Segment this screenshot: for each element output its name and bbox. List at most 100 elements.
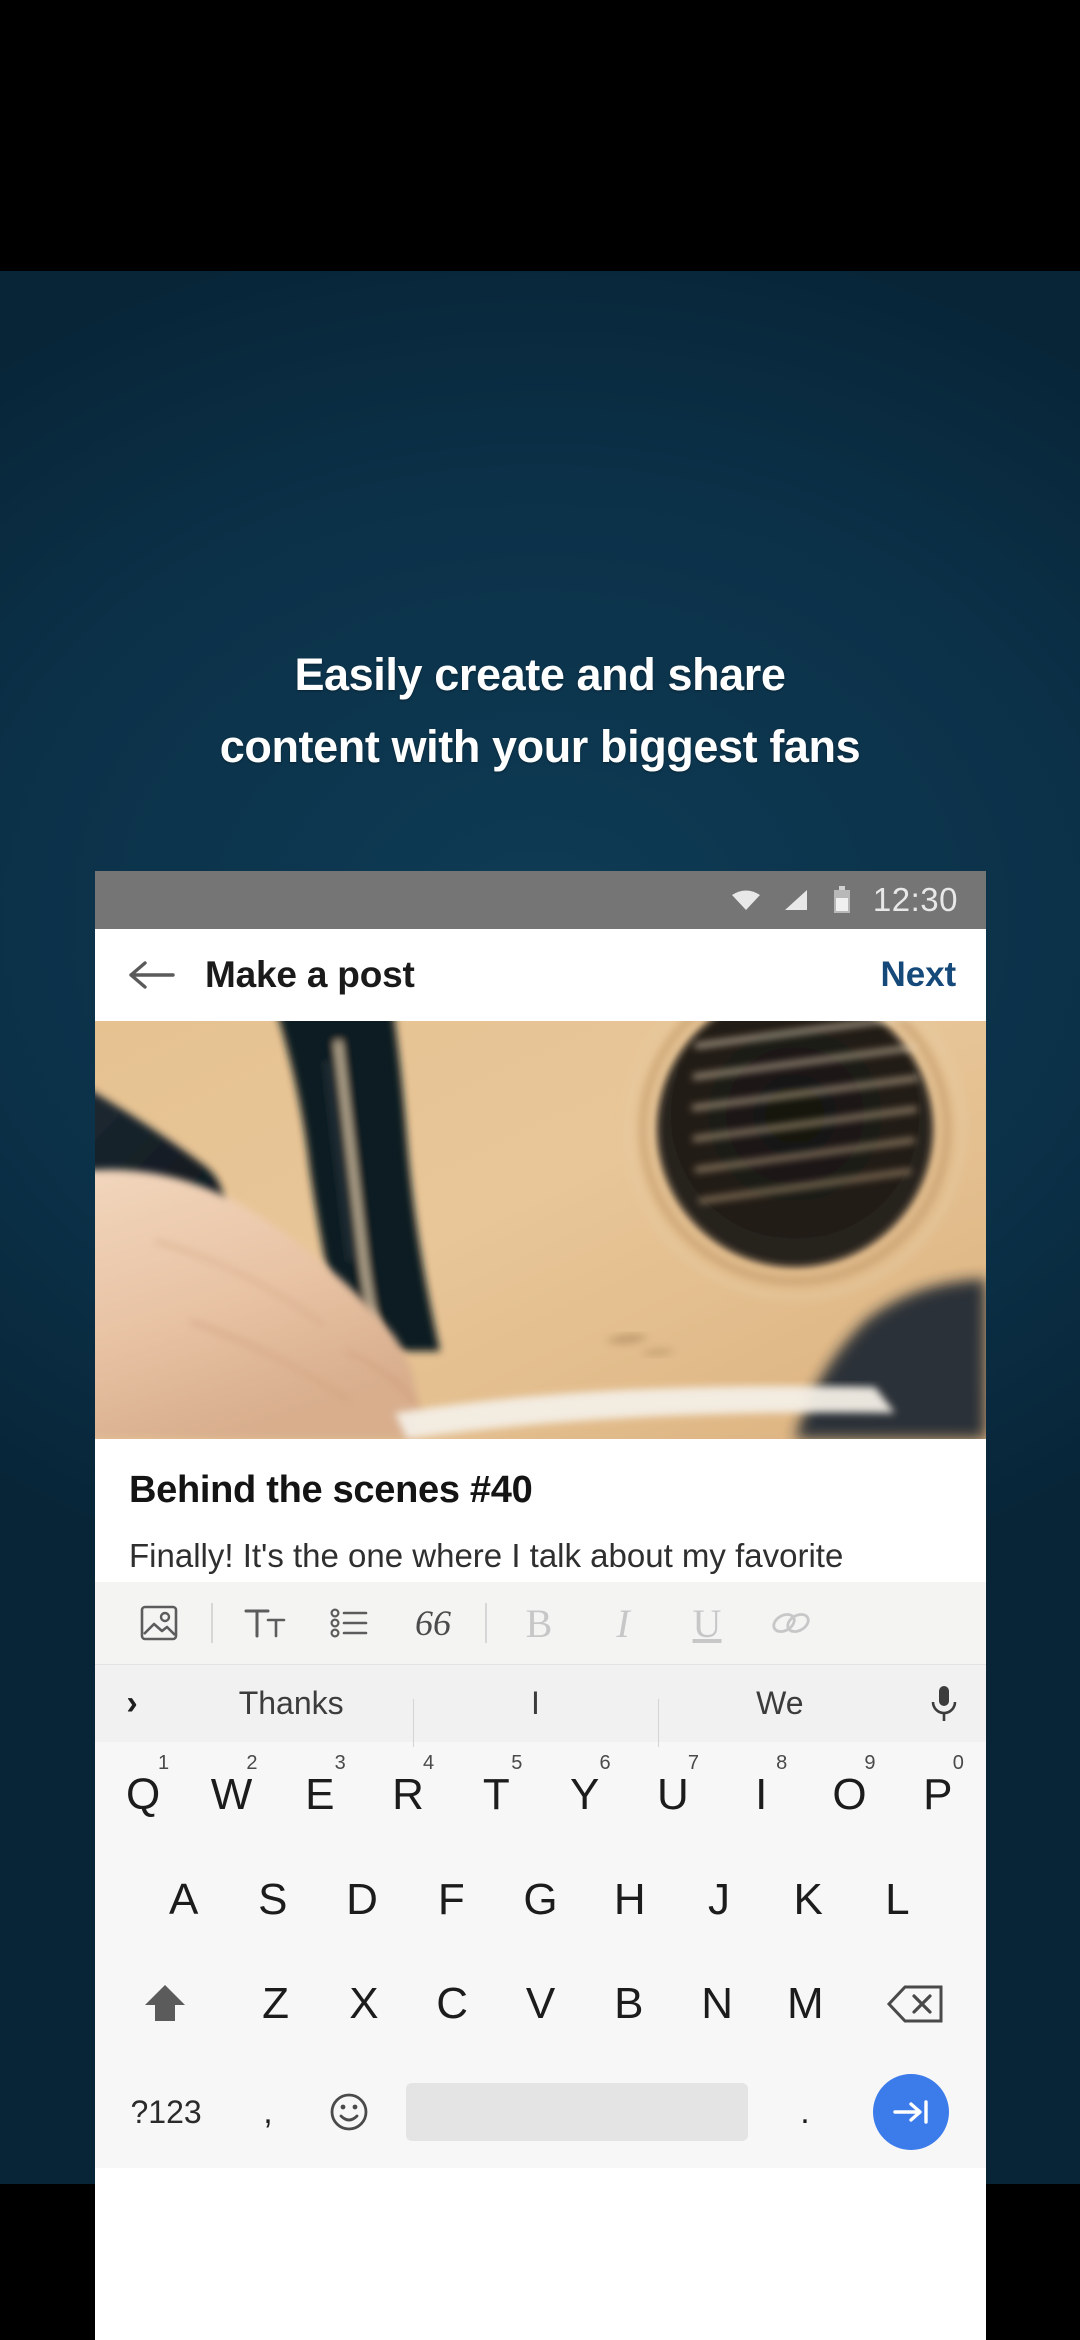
keyboard-row-2: A S D F G H J K L: [95, 1848, 986, 1952]
key-t[interactable]: 5T: [452, 1742, 540, 1848]
key-y-letter: Y: [569, 1770, 600, 1819]
text-style-icon[interactable]: [223, 1582, 307, 1664]
text-size-glyph: [244, 1609, 286, 1638]
key-t-letter: T: [482, 1770, 510, 1819]
key-u-number: 7: [687, 1752, 699, 1774]
shift-icon[interactable]: [99, 1979, 231, 2029]
status-bar: 12:30: [95, 871, 986, 929]
status-bar-icons: [731, 886, 851, 914]
key-i-letter: I: [755, 1770, 768, 1819]
headline-line-2: content with your biggest fans: [219, 721, 861, 772]
key-m[interactable]: M: [761, 1952, 849, 2056]
backspace-glyph: [886, 1985, 943, 2023]
headline-line-1: Easily create and share: [294, 649, 786, 700]
key-g[interactable]: G: [496, 1848, 585, 1952]
keyboard-row-1: 1Q 2W 3E 4R 5T 6Y 7U 8I 9O 0P: [95, 1742, 986, 1848]
key-p-letter: P: [923, 1770, 953, 1819]
key-k[interactable]: K: [764, 1848, 853, 1952]
key-e[interactable]: 3E: [276, 1742, 364, 1848]
key-l[interactable]: L: [853, 1848, 942, 1952]
key-p-number: 0: [952, 1752, 964, 1774]
comma-key[interactable]: ,: [227, 2056, 308, 2168]
key-b[interactable]: B: [585, 1952, 673, 2056]
key-u[interactable]: 7U: [629, 1742, 717, 1848]
key-z[interactable]: Z: [231, 1952, 319, 2056]
post-image[interactable]: [95, 1021, 986, 1439]
image-glyph: [140, 1605, 178, 1641]
emoji-icon[interactable]: [309, 2088, 390, 2136]
key-y-number: 6: [599, 1752, 611, 1774]
bold-icon[interactable]: B: [497, 1582, 581, 1664]
android-keyboard: › Thanks I We 1Q 2W 3E 4 R 5 T 6 Y 7 U 8…: [95, 1664, 986, 2168]
key-r[interactable]: 4R: [364, 1742, 452, 1848]
microphone-icon[interactable]: [902, 1683, 986, 1725]
key-y[interactable]: 6Y: [541, 1742, 629, 1848]
key-f[interactable]: F: [407, 1848, 496, 1952]
list-glyph: [330, 1608, 368, 1638]
emoji-glyph: [330, 2093, 368, 2131]
expand-suggestions-icon[interactable]: ›: [95, 1684, 169, 1723]
key-v[interactable]: V: [496, 1952, 584, 2056]
key-i-number: 8: [776, 1752, 788, 1774]
page-title: Make a post: [205, 954, 415, 995]
post-body-text[interactable]: Finally! It's the one where I talk about…: [129, 1536, 952, 1576]
promo-panel: Easily create and share content with you…: [0, 271, 1080, 2340]
key-x[interactable]: X: [320, 1952, 408, 2056]
key-j[interactable]: J: [674, 1848, 763, 1952]
back-arrow-icon[interactable]: [125, 955, 179, 995]
phone-mockup: 12:30 Make a post Next Behind the scenes…: [95, 871, 986, 2340]
insert-image-icon[interactable]: [117, 1582, 201, 1664]
space-key[interactable]: [406, 2083, 749, 2141]
key-q-number: 1: [158, 1752, 170, 1774]
shift-glyph: [145, 1985, 186, 2021]
signal-icon: [784, 890, 807, 910]
period-key[interactable]: .: [764, 2056, 845, 2168]
quote-icon[interactable]: 66: [391, 1582, 475, 1664]
italic-icon[interactable]: I: [581, 1582, 665, 1664]
key-o-number: 9: [864, 1752, 876, 1774]
promo-headline: Easily create and share content with you…: [0, 639, 1080, 783]
key-p[interactable]: 0P: [894, 1742, 982, 1848]
link-icon[interactable]: [749, 1582, 833, 1664]
key-i[interactable]: 8I: [717, 1742, 805, 1848]
key-e-number: 3: [334, 1752, 346, 1774]
app-bar: Make a post Next: [95, 929, 986, 1021]
arrow-to-bar-glyph: [893, 2100, 928, 2124]
key-q[interactable]: 1Q: [99, 1742, 187, 1848]
enter-key[interactable]: [846, 2074, 976, 2150]
underline-icon[interactable]: U: [665, 1582, 749, 1664]
key-c[interactable]: C: [408, 1952, 496, 2056]
wifi-icon: [731, 890, 760, 910]
key-t-number: 5: [511, 1752, 523, 1774]
symbols-key[interactable]: ?123: [105, 2056, 227, 2168]
toolbar-divider-1: [211, 1603, 213, 1643]
key-d[interactable]: D: [317, 1848, 406, 1952]
key-o[interactable]: 9O: [805, 1742, 893, 1848]
key-h[interactable]: H: [585, 1848, 674, 1952]
key-q-letter: Q: [126, 1770, 161, 1819]
key-n[interactable]: N: [673, 1952, 761, 2056]
link-glyph: [772, 1613, 810, 1633]
key-s[interactable]: S: [228, 1848, 317, 1952]
suggestion-2[interactable]: I: [413, 1685, 657, 1747]
key-r-number: 4: [422, 1752, 435, 1774]
suggestion-strip: › Thanks I We: [95, 1664, 986, 1747]
suggestion-1[interactable]: Thanks: [169, 1685, 413, 1722]
key-w[interactable]: 2W: [187, 1742, 275, 1848]
backspace-icon[interactable]: [850, 1981, 982, 2027]
guitar-photo: [95, 1021, 986, 1439]
suggestion-3[interactable]: We: [657, 1685, 902, 1747]
key-u-letter: U: [657, 1770, 689, 1819]
key-o-letter: O: [832, 1770, 867, 1819]
mic-glyph: [931, 1685, 957, 1721]
toolbar-divider-2: [485, 1603, 487, 1643]
screenshot-root: Easily create and share content with you…: [0, 0, 1080, 2340]
keyboard-row-3: Z X C V B N M: [95, 1952, 986, 2056]
post-content: Behind the scenes #40 Finally! It's the …: [95, 1439, 986, 1582]
key-a[interactable]: A: [139, 1848, 228, 1952]
post-title[interactable]: Behind the scenes #40: [129, 1469, 952, 1512]
next-button[interactable]: Next: [881, 955, 957, 995]
format-toolbar: 66 B I U: [95, 1582, 986, 1664]
bullet-list-icon[interactable]: [307, 1582, 391, 1664]
key-r-letter: R: [392, 1770, 424, 1819]
